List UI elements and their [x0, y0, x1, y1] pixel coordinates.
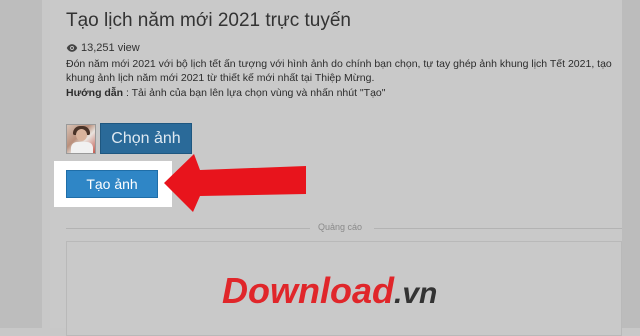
page-left-margin [0, 0, 42, 328]
guide-label: Hướng dẫn [66, 87, 124, 99]
create-image-button[interactable]: Tạo ảnh [66, 170, 158, 198]
guide-text: : Tải ảnh của bạn lên lựa chọn vùng và n… [126, 87, 386, 99]
page-title: Tạo lịch năm mới 2021 trực tuyến [66, 10, 351, 31]
page-right-margin [622, 0, 640, 328]
ad-divider-left [66, 228, 310, 229]
watermark-brand: Download [222, 270, 394, 311]
description-text: Đón năm mới 2021 với bộ lịch tết ấn tượn… [66, 58, 612, 84]
guide-line: Hướng dẫn : Tải ảnh của bạn lên lựa chọn… [66, 87, 385, 99]
download-vn-watermark: Download.vn [222, 270, 437, 312]
red-arrow-icon [164, 154, 306, 212]
selected-image-thumbnail[interactable] [66, 124, 96, 154]
ad-label: Quảng cáo [318, 222, 363, 232]
watermark-tld: .vn [393, 277, 438, 310]
view-count: 13,251 view [66, 42, 140, 54]
view-count-text: 13,251 view [81, 42, 140, 54]
ad-divider-right [374, 228, 622, 229]
eye-icon [66, 44, 78, 52]
